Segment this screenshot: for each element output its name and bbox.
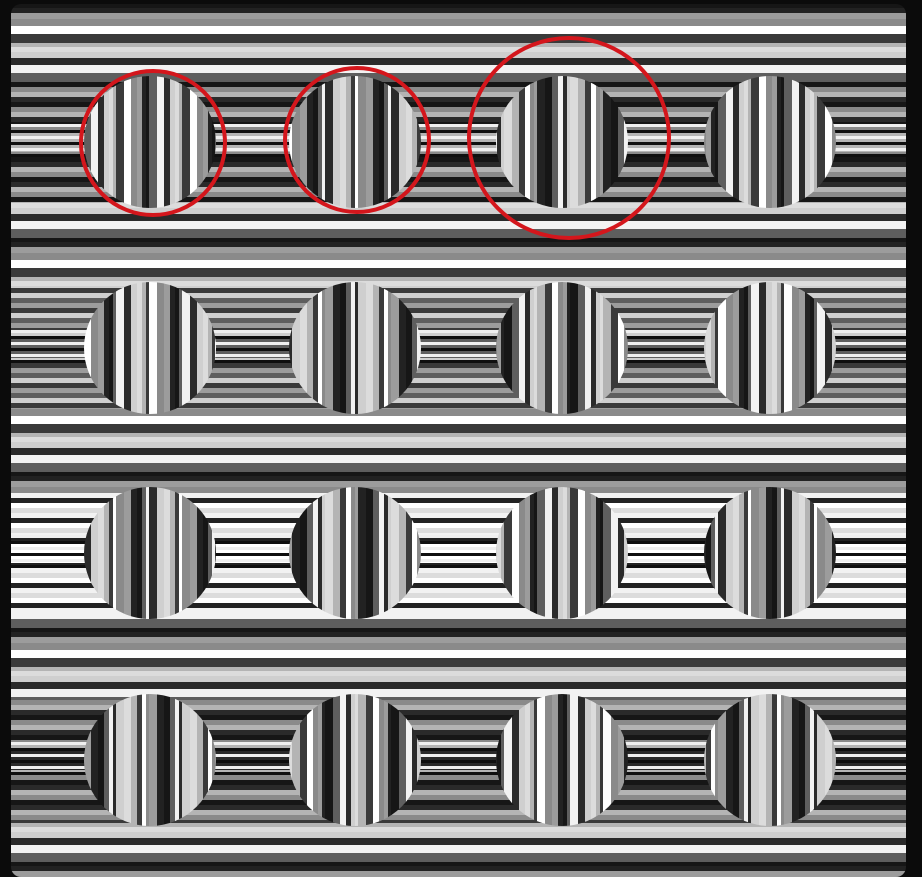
illusion-image (11, 4, 906, 877)
illusion-pattern (11, 4, 906, 877)
